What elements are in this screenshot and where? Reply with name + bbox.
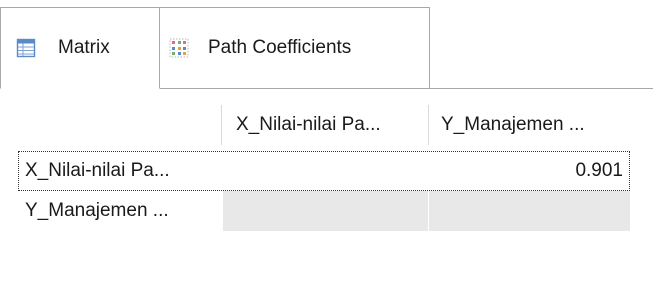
table-icon [16,38,36,58]
results-view: Matrix Path Coefficients X_Nilai-nilai P… [0,0,653,285]
table-cell[interactable] [221,191,428,231]
row-header[interactable]: Y_Manajemen ... [18,191,221,231]
tab-path-coefficients-label: Path Coefficients [208,37,352,58]
table-cell[interactable]: 0.901 [428,151,630,191]
tab-matrix[interactable]: Matrix [0,7,160,89]
table-row[interactable]: X_Nilai-nilai Pa... 0.901 [18,151,630,191]
table-row[interactable]: Y_Manajemen ... [18,191,630,231]
table-header-row: X_Nilai-nilai Pa... Y_Manajemen ... [18,105,630,145]
table-cell[interactable] [428,191,630,231]
table-cell[interactable] [221,151,428,191]
path-coefficients-icon [169,38,189,58]
column-header[interactable]: Y_Manajemen ... [428,105,630,145]
row-header[interactable]: X_Nilai-nilai Pa... [18,151,221,191]
column-header[interactable]: X_Nilai-nilai Pa... [221,105,428,145]
header-corner-cell [18,105,221,145]
tab-path-coefficients[interactable]: Path Coefficients [159,7,430,89]
tab-strip: Matrix Path Coefficients [0,0,653,89]
tab-matrix-label: Matrix [58,37,110,58]
